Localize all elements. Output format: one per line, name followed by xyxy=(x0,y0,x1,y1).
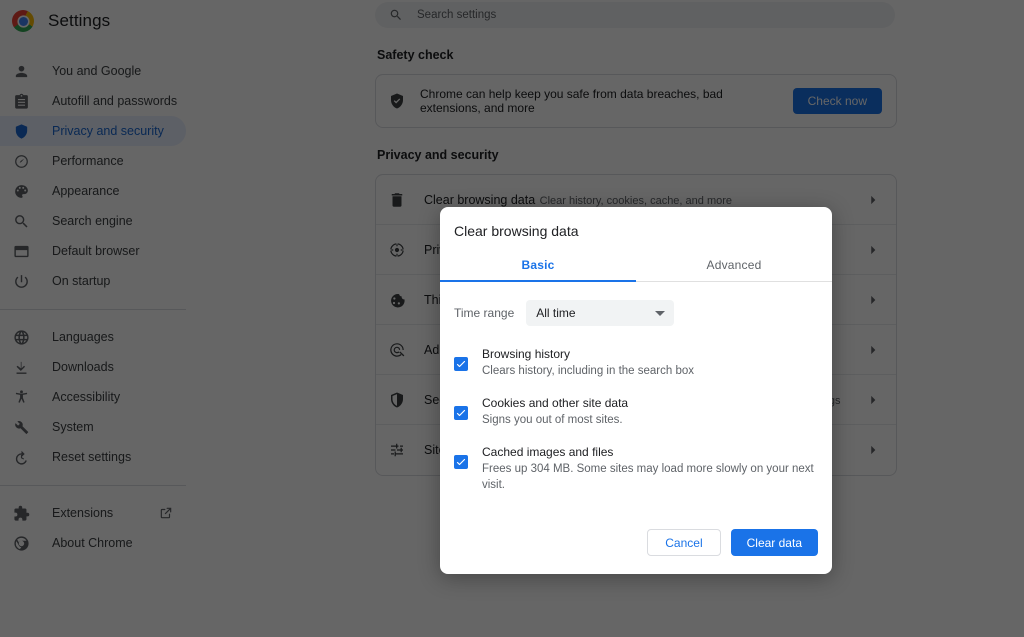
option-title: Cached images and files xyxy=(482,445,614,459)
option-subtitle: Frees up 304 MB. Some sites may load mor… xyxy=(482,463,814,491)
option-cached-images-and-files[interactable]: Cached images and files Frees up 304 MB.… xyxy=(454,444,818,493)
option-text: Cached images and files Frees up 304 MB.… xyxy=(482,444,818,493)
option-subtitle: Signs you out of most sites. xyxy=(482,414,623,426)
time-range-value: All time xyxy=(536,306,576,320)
clear-data-button[interactable]: Clear data xyxy=(730,529,818,556)
dialog-footer: Cancel Clear data xyxy=(440,529,832,574)
dialog-tabs: Basic Advanced xyxy=(440,249,832,282)
dialog-title: Clear browsing data xyxy=(454,223,579,239)
checkmark-icon xyxy=(456,409,466,417)
dialog-body: Time range All time Browsing history Cle… xyxy=(440,282,832,529)
time-range-select[interactable]: All time xyxy=(526,300,675,326)
option-browsing-history[interactable]: Browsing history Clears history, includi… xyxy=(454,346,818,379)
tab-active-underline xyxy=(440,280,636,282)
checkmark-icon xyxy=(456,360,466,368)
time-range-group: Time range All time xyxy=(454,300,818,326)
cookies-checkbox[interactable] xyxy=(454,406,468,420)
cached-images-checkbox[interactable] xyxy=(454,455,468,469)
option-text: Cookies and other site data Signs you ou… xyxy=(482,395,818,428)
option-subtitle: Clears history, including in the search … xyxy=(482,365,695,377)
clear-browsing-data-dialog: Clear browsing data Basic Advanced Time … xyxy=(440,207,832,574)
browsing-history-checkbox[interactable] xyxy=(454,357,468,371)
option-cookies-and-site-data[interactable]: Cookies and other site data Signs you ou… xyxy=(454,395,818,428)
checkmark-icon xyxy=(456,458,466,466)
option-text: Browsing history Clears history, includi… xyxy=(482,346,818,379)
tab-advanced[interactable]: Advanced xyxy=(636,249,832,281)
cancel-button[interactable]: Cancel xyxy=(647,529,721,556)
settings-window: Settings You and Google Autofill and pas… xyxy=(0,0,1024,637)
chevron-down-icon xyxy=(655,310,666,316)
option-title: Browsing history xyxy=(482,347,571,361)
tab-basic[interactable]: Basic xyxy=(440,249,636,281)
time-range-label: Time range xyxy=(454,306,515,320)
option-title: Cookies and other site data xyxy=(482,396,629,410)
